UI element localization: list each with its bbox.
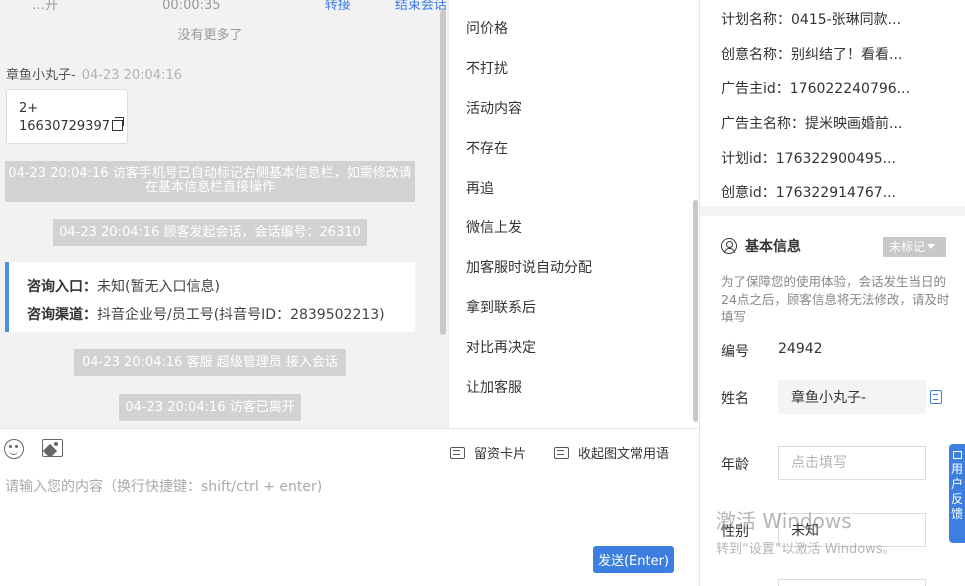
consult-channel-value: 抖音企业号/员工号(抖音号ID：2839502213) [97,307,385,323]
chat-panel: …开 00:00:35 转接 结束会话 没有更多了 章鱼小丸子- 04-23 20… [0,0,448,428]
send-button[interactable]: 发送(Enter) [593,546,674,573]
message-sender: 章鱼小丸子- 04-23 20:04:16 [6,64,182,83]
no-more-messages: 没有更多了 [177,28,243,43]
card-icon [450,447,465,459]
system-message-session-start: 04-23 20:04:16 顾客发起会话，会话编号：26310 [53,219,367,246]
previous-session-row: …开 00:00:35 转接 结束会话 [32,0,448,13]
mark-status-label: 未标记 [889,240,926,254]
image-icon[interactable] [42,439,63,457]
gender-field[interactable] [778,513,926,547]
advertiser-id: 广告主id：176022240796... [721,81,911,97]
id-value: 24942 [778,341,823,357]
creative-name: 创意名称：别纠结了！看看... [721,47,903,63]
quick-reply-item[interactable]: 对比再决定 [466,337,536,357]
consult-source-card: 咨询入口：未知(暂无入口信息) 咨询渠道：抖音企业号/员工号(抖音号ID：283… [5,262,415,332]
previous-session-time: 00:00:35 [162,0,221,13]
ad-plan-info: 计划名称：0415-张琳同款... 创意名称：别纠结了！看看... 广告主id：… [700,0,965,206]
quick-reply-item[interactable]: 让加客服 [466,377,522,397]
edit-notice: 为了保障您的使用体验，会话发生当日的24点之后，顾客信息将无法修改，请及时填写 [721,274,950,324]
collapse-phrases-label: 收起图文常用语 [578,447,670,462]
quick-reply-item[interactable]: 微信上发 [466,217,522,237]
emoji-icon[interactable] [4,439,24,459]
quick-reply-item[interactable]: 问价格 [466,18,508,38]
system-message-phone-marked: 04-23 20:04:16 访客手机号已自动标记右侧基本信息栏，如需修改请在基… [5,161,415,202]
system-message-visitor-left: 04-23 20:04:16 访客已离开 [119,394,301,421]
plan-id: 计划id：176322900495... [721,151,897,167]
system-message-agent-joined: 04-23 20:04:16 客服 超级管理员 接入会话 [74,349,346,376]
gender-label: 性别 [721,524,749,540]
quick-reply-item[interactable]: 再追 [466,178,494,198]
name-label: 姓名 [721,391,749,407]
message-icon [953,451,962,459]
quick-reply-item[interactable]: 活动内容 [466,98,522,118]
feedback-label: 用户反馈 [950,462,963,521]
previous-session-label: …开 [32,0,59,13]
quick-reply-scrollbar[interactable] [693,200,698,422]
advertiser-name: 广告主名称：提米映画婚前... [721,116,903,132]
customer-info-panel: 计划名称：0415-张琳同款... 创意名称：别纠结了！看看... 广告主id：… [699,0,965,586]
lead-card-label: 留资卡片 [474,447,527,462]
end-session-link[interactable]: 结束会话 [395,0,447,13]
contact-line-1: 2+ [19,101,39,116]
sender-name: 章鱼小丸子- [6,68,76,83]
consult-channel-label: 咨询渠道： [27,307,97,323]
age-label: 年龄 [721,457,749,473]
sender-time: 04-23 20:04:16 [81,68,182,83]
chat-scrollbar[interactable] [440,10,446,335]
feedback-button[interactable]: 用户反馈 [949,444,965,543]
lead-card-button[interactable]: 留资卡片 [450,443,526,462]
section-divider [700,206,965,216]
user-icon [721,238,737,254]
creative-id: 创意id：176322914767... [721,185,897,201]
basic-info-title: 基本信息 [745,239,801,255]
message-editor: 留资卡片 收起图文常用语 发送(Enter) [0,428,698,586]
quick-reply-item[interactable]: 不打扰 [466,58,508,78]
name-field[interactable] [778,380,926,414]
contact-message-bubble: 2+ 16630729397 [6,89,128,144]
quick-reply-item[interactable]: 拿到联系后 [466,297,536,317]
copy-icon[interactable] [111,117,124,131]
quick-reply-item[interactable]: 不存在 [466,138,508,158]
transfer-link[interactable]: 转接 [325,0,351,13]
phrases-icon [554,447,569,459]
collapse-phrases-button[interactable]: 收起图文常用语 [554,443,669,462]
age-field[interactable] [778,446,926,480]
consult-entry-value: 未知(暂无入口信息) [97,279,220,295]
chevron-down-icon [927,244,936,249]
basic-info-heading: 基本信息 [721,236,801,256]
plan-name: 计划名称：0415-张琳同款... [721,12,902,28]
copy-icon[interactable] [930,390,942,404]
consult-entry-label: 咨询入口： [27,279,97,295]
id-label: 编号 [721,344,749,360]
quick-reply-item[interactable]: 加客服时说自动分配 [466,257,592,277]
contact-phone: 16630729397 [19,119,110,134]
next-field[interactable] [778,579,926,586]
mark-status-dropdown[interactable]: 未标记 [883,237,946,257]
message-input[interactable] [5,479,585,495]
quick-reply-list: 问价格 不打扰 活动内容 不存在 再追 微信上发 加客服时说自动分配 拿到联系后… [448,0,698,428]
